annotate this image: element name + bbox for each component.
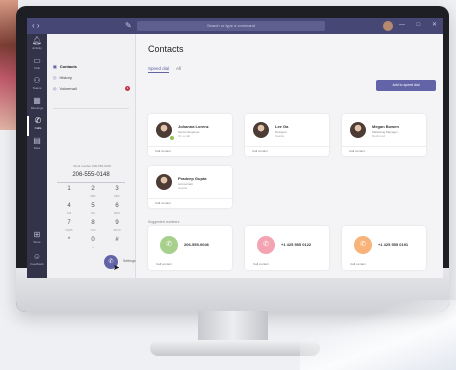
- contact-location: Redmond: [372, 134, 386, 138]
- call-contact-link[interactable]: Call contact: [253, 262, 269, 266]
- call-contact-link[interactable]: Call contact: [156, 262, 172, 266]
- contacts-icon: ▣: [53, 64, 57, 69]
- contact-location: Seattle: [178, 186, 188, 190]
- appbar-activity[interactable]: 🔔︎ Activity: [27, 36, 47, 56]
- file-icon: ▤: [33, 136, 41, 145]
- divider: [53, 108, 129, 109]
- tab-speed-dial[interactable]: Speed dial: [148, 66, 170, 73]
- bell-icon: 🔔︎: [31, 36, 43, 45]
- app-window: ‹ › ✎ Search or type a command — □ ✕ 🔔︎ …: [27, 18, 443, 278]
- window-controls[interactable]: — □ ✕: [399, 21, 442, 28]
- phone-icon: ✆: [257, 236, 275, 254]
- mouse-cursor-icon: ➤: [113, 263, 120, 272]
- key-8[interactable]: 8 TUV: [86, 220, 100, 234]
- background-swirl: [300, 300, 456, 370]
- contact-card[interactable]: Johanna Lorenz Senior Engineer On a call…: [148, 114, 232, 156]
- avatar: [350, 122, 366, 138]
- contact-name: Lee Ga: [275, 124, 289, 129]
- avatar: [253, 122, 269, 138]
- call-contact-link[interactable]: Call contact: [148, 146, 232, 153]
- key-hash[interactable]: #: [110, 237, 124, 251]
- contact-name: Megan Bowen: [372, 124, 399, 129]
- app-bar: 🔔︎ Activity ▭ Chat ⚇ Teams ▦ Meetings ✆ …: [27, 34, 47, 278]
- number-card[interactable]: ✆ +1 425 555 0122 Call contact: [245, 226, 329, 270]
- phone-icon: ✆: [34, 116, 42, 125]
- phone-number: 206-555-0046: [184, 242, 209, 247]
- nav-history[interactable]: ◷ History: [53, 75, 72, 80]
- contact-name: Pradeep Gupta: [178, 176, 207, 181]
- add-to-speed-dial-button[interactable]: Add to speed dial: [376, 80, 436, 91]
- compose-icon[interactable]: ✎: [125, 21, 132, 30]
- calendar-icon: ▦: [33, 96, 41, 105]
- dial-input[interactable]: 206-555-0148: [57, 172, 125, 183]
- appbar-feedback[interactable]: ☺ Feedback: [27, 252, 47, 272]
- nav-voicemail[interactable]: ◎ Voicemail: [53, 86, 77, 91]
- contact-card[interactable]: Lee Ga Designer Seattle Call contact: [245, 114, 329, 156]
- calls-pane: ▣ Contacts ◷ History ◎ Voicemail 1 Work num…: [47, 34, 136, 278]
- call-contact-link[interactable]: Call contact: [350, 262, 366, 266]
- phone-number: +1 425 555 0191: [378, 242, 409, 247]
- key-4[interactable]: 4 GHI: [62, 203, 76, 217]
- appbar-store[interactable]: ⊞ Store: [27, 230, 47, 250]
- contact-location: On a call: [178, 134, 190, 138]
- key-1[interactable]: 1: [62, 186, 76, 200]
- teams-icon: ⚇: [33, 76, 41, 85]
- settings-button[interactable]: Settings: [123, 259, 136, 263]
- avatar[interactable]: [383, 21, 393, 31]
- key-7[interactable]: 7 PQRS: [62, 220, 76, 234]
- key-3[interactable]: 3 DEF: [110, 186, 124, 200]
- contact-location: Seattle: [275, 134, 285, 138]
- contact-name: Johanna Lorenz: [178, 124, 209, 129]
- page-title: Contacts: [148, 44, 184, 54]
- key-5[interactable]: 5 JKL: [86, 203, 100, 217]
- search-input[interactable]: Search or type a command: [137, 21, 325, 31]
- main-content: Contacts Speed dial All Add to speed dia…: [136, 34, 443, 278]
- chat-icon: ▭: [33, 56, 41, 65]
- key-star[interactable]: *: [62, 237, 76, 251]
- voicemail-badge: 1: [125, 86, 130, 91]
- appbar-meetings[interactable]: ▦ Meetings: [27, 96, 47, 116]
- phone-icon: ✆: [354, 236, 372, 254]
- key-6[interactable]: 6 MNO: [110, 203, 124, 217]
- title-bar: ‹ › ✎ Search or type a command — □ ✕: [27, 18, 443, 34]
- status-badge: [169, 135, 175, 141]
- call-contact-link[interactable]: Call contact: [245, 146, 329, 153]
- avatar: [156, 174, 172, 190]
- phone-icon: ✆: [160, 236, 178, 254]
- section-label: Suggested numbers: [148, 220, 180, 224]
- appbar-calls[interactable]: ✆ Calls: [27, 116, 47, 136]
- monitor-base: [150, 340, 320, 356]
- call-contact-link[interactable]: Call contact: [148, 198, 232, 205]
- store-icon: ⊞: [33, 230, 41, 239]
- history-icon: ◷: [53, 75, 57, 80]
- work-number-label: Work number 206-555-0108: [73, 164, 111, 168]
- appbar-files[interactable]: ▤ Files: [27, 136, 47, 156]
- phone-number: +1 425 555 0122: [281, 242, 312, 247]
- voicemail-icon: ◎: [53, 86, 57, 91]
- contact-card[interactable]: Pradeep Gupta Accountant Seattle Call co…: [148, 166, 232, 208]
- appbar-teams[interactable]: ⚇ Teams: [27, 76, 47, 96]
- number-card[interactable]: ✆ +1 425 555 0191 Call contact: [342, 226, 426, 270]
- key-2[interactable]: 2 ABC: [86, 186, 100, 200]
- nav-contacts[interactable]: ▣ Contacts: [53, 64, 77, 69]
- number-card[interactable]: ✆ 206-555-0046 Call contact: [148, 226, 232, 270]
- back-forward-icon[interactable]: ‹ ›: [32, 21, 40, 30]
- call-contact-link[interactable]: Call contact: [342, 146, 426, 153]
- contact-card[interactable]: Megan Bowen Marketing Manager Redmond Ca…: [342, 114, 426, 156]
- tab-all[interactable]: All: [176, 66, 181, 71]
- feedback-icon: ☺: [32, 252, 42, 261]
- key-9[interactable]: 9 WXYZ: [110, 220, 124, 234]
- key-0[interactable]: 0 +: [86, 237, 100, 251]
- appbar-chat[interactable]: ▭ Chat: [27, 56, 47, 76]
